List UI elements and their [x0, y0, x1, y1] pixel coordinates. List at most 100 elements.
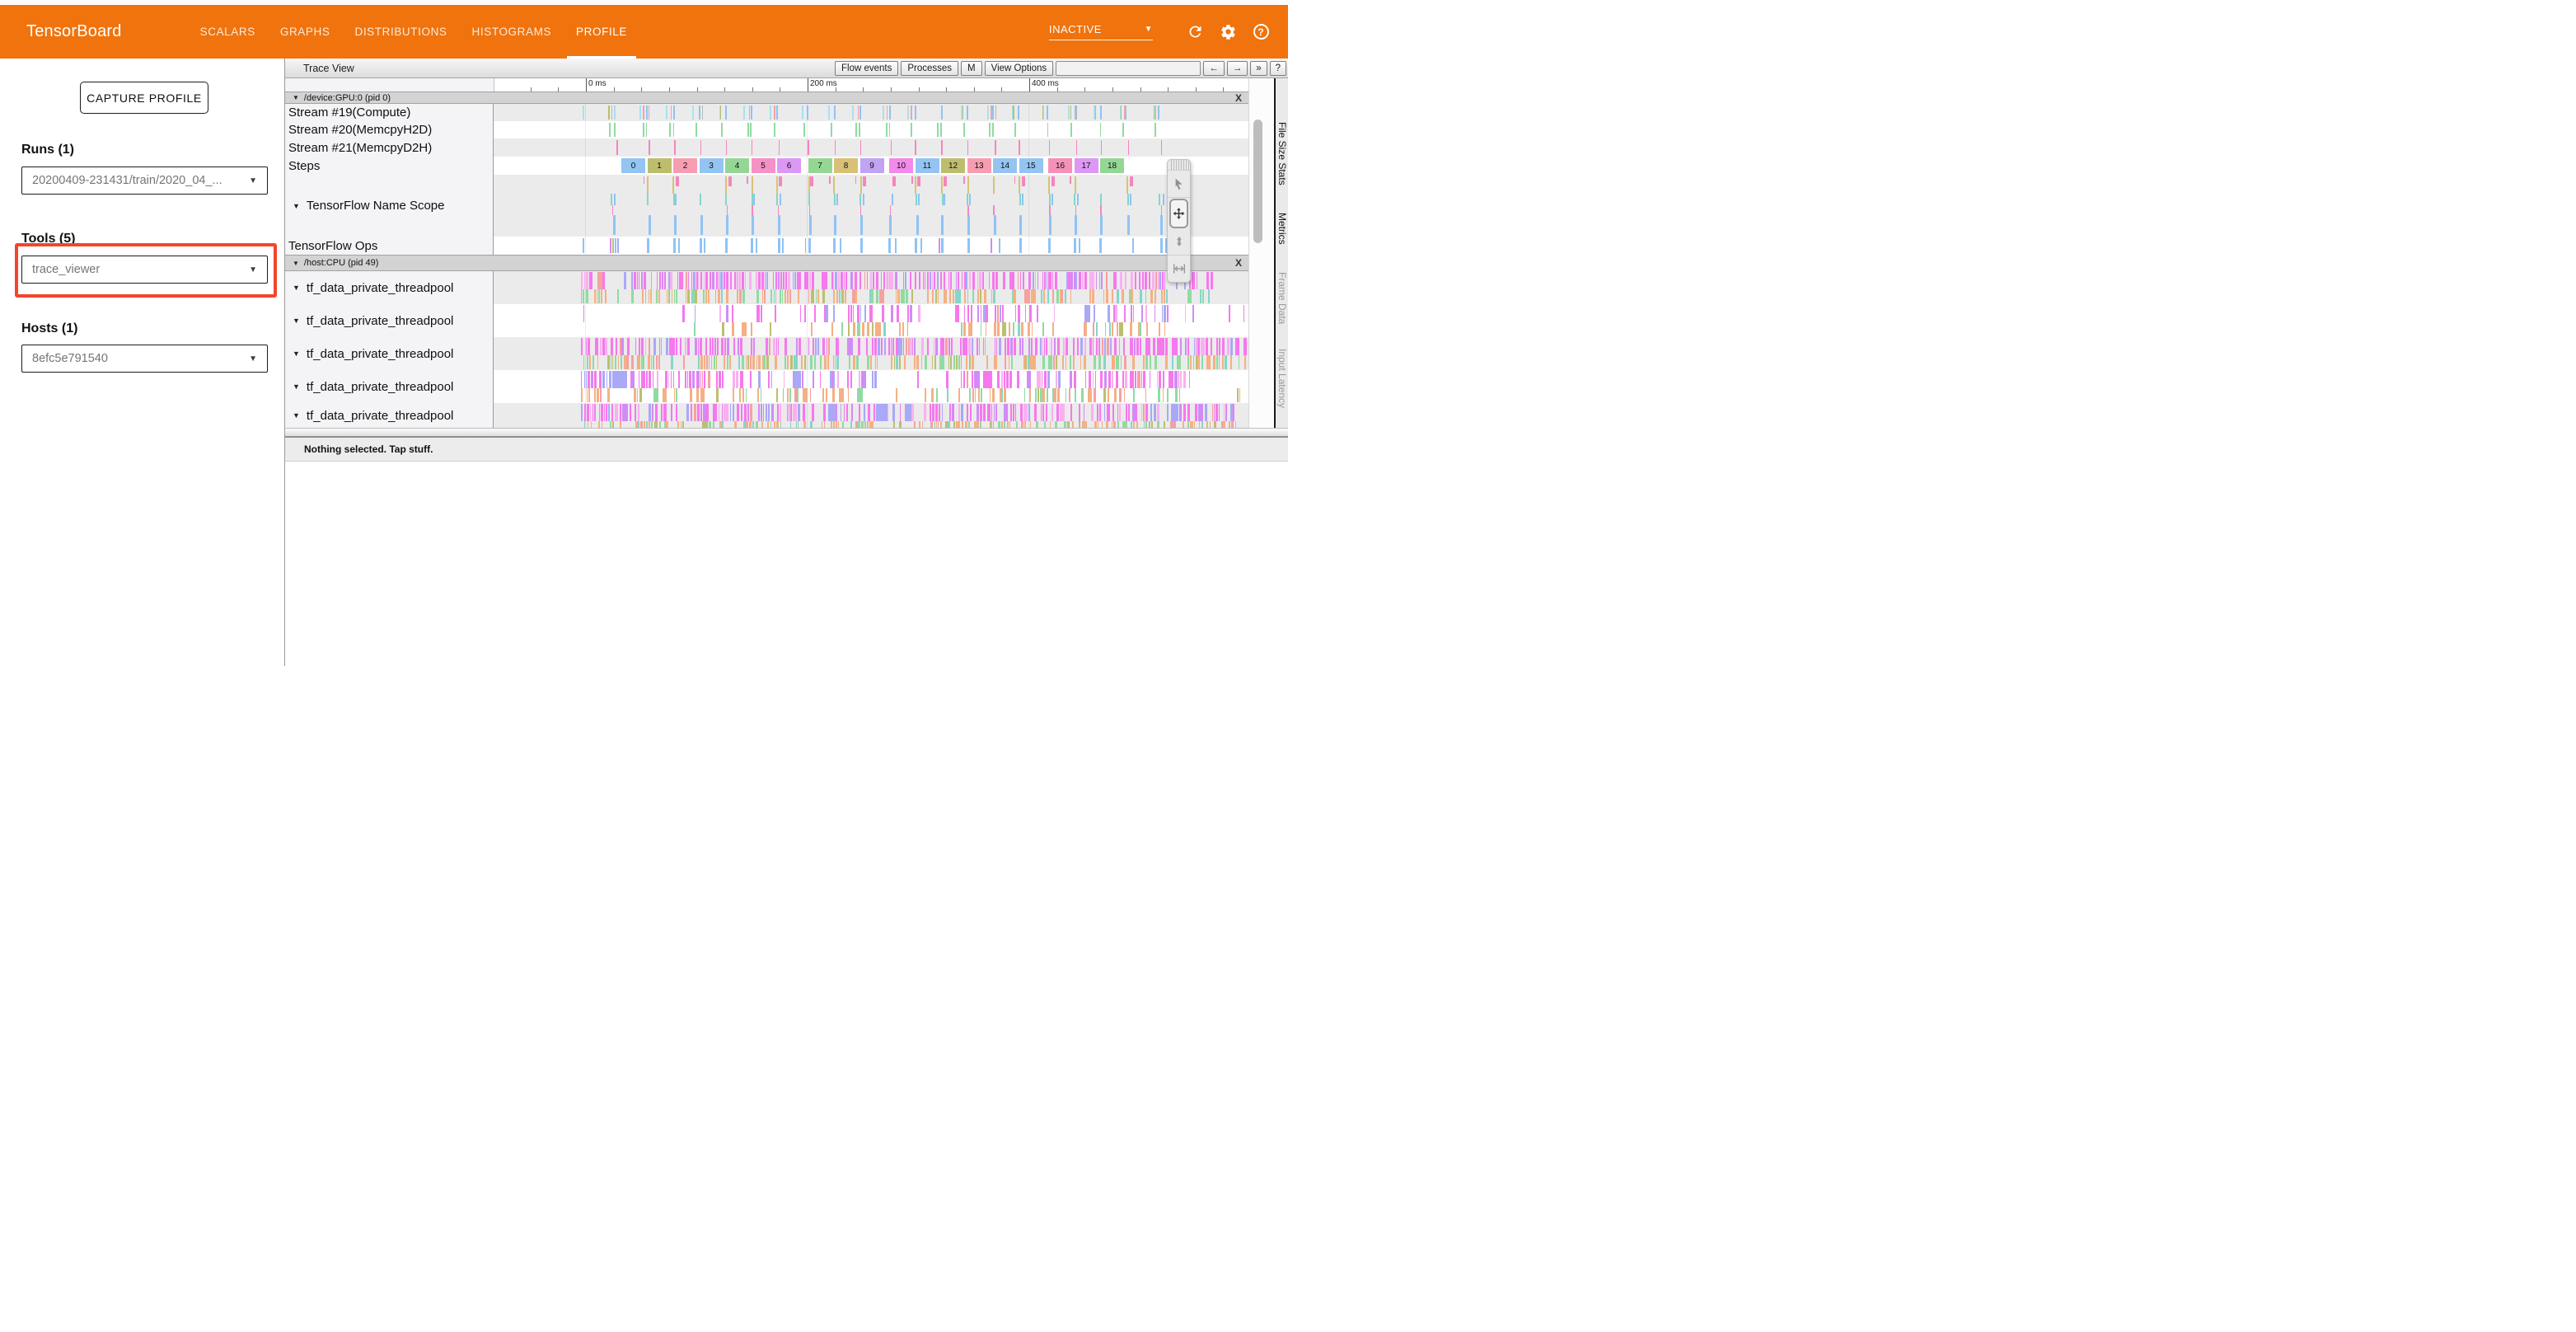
trace-event[interactable] — [876, 272, 878, 289]
trace-event[interactable] — [1042, 388, 1045, 402]
trace-event[interactable] — [828, 404, 836, 421]
trace-event[interactable] — [813, 371, 814, 388]
trace-event[interactable] — [757, 388, 759, 402]
trace-event[interactable] — [1001, 421, 1003, 428]
trace-event[interactable] — [1020, 404, 1023, 421]
trace-event[interactable] — [798, 404, 799, 421]
trace-event[interactable] — [1049, 205, 1051, 215]
trace-event[interactable] — [1187, 338, 1189, 355]
trace-event[interactable] — [751, 322, 752, 336]
trace-event[interactable] — [591, 272, 592, 289]
step-block[interactable]: 14 — [993, 158, 1017, 173]
trace-event[interactable] — [634, 272, 636, 289]
trace-event[interactable] — [1119, 388, 1122, 402]
trace-event[interactable] — [841, 322, 843, 336]
trace-event[interactable] — [721, 289, 724, 303]
trace-event[interactable] — [773, 272, 775, 289]
trace-event[interactable] — [669, 123, 671, 137]
trace-event[interactable] — [700, 338, 702, 355]
trace-event[interactable] — [1027, 371, 1031, 388]
trace-event[interactable] — [950, 355, 952, 369]
trace-event[interactable] — [917, 371, 919, 388]
trace-event[interactable] — [688, 272, 690, 289]
trace-event[interactable] — [1164, 305, 1165, 322]
trace-event[interactable] — [881, 338, 883, 355]
trace-event[interactable] — [1055, 421, 1057, 428]
trace-event[interactable] — [1106, 272, 1108, 289]
trace-event[interactable] — [693, 272, 695, 289]
trace-event[interactable] — [700, 215, 703, 235]
trace-event[interactable] — [1004, 371, 1005, 388]
trace-event[interactable] — [831, 322, 833, 336]
trace-event[interactable] — [902, 322, 904, 336]
collapse-triangle-icon[interactable]: ▼ — [293, 349, 300, 358]
trace-event[interactable] — [1179, 404, 1182, 421]
trace-event[interactable] — [1015, 305, 1016, 322]
trace-event[interactable] — [1014, 289, 1015, 303]
trace-event[interactable] — [1231, 421, 1234, 428]
trace-event[interactable] — [964, 305, 965, 322]
trace-event[interactable] — [975, 388, 976, 402]
trace-event[interactable] — [938, 289, 939, 303]
trace-event[interactable] — [704, 371, 705, 388]
trace-event[interactable] — [834, 194, 836, 205]
trace-event[interactable] — [991, 238, 992, 253]
trace-event[interactable] — [892, 404, 895, 421]
trace-event[interactable] — [743, 106, 745, 120]
trace-event[interactable] — [710, 272, 711, 289]
trace-event[interactable] — [1189, 371, 1190, 388]
trace-event[interactable] — [775, 289, 776, 303]
trace-event[interactable] — [1167, 404, 1169, 421]
trace-event[interactable] — [860, 215, 863, 235]
trace-event[interactable] — [1013, 106, 1014, 120]
trace-event[interactable] — [591, 421, 592, 428]
trace-event[interactable] — [874, 371, 877, 388]
trace-event[interactable] — [641, 371, 645, 388]
trace-event[interactable] — [876, 404, 888, 421]
trace-event[interactable] — [891, 355, 892, 369]
trace-event[interactable] — [602, 371, 605, 388]
trace-event[interactable] — [895, 272, 897, 289]
trace-event[interactable] — [722, 421, 724, 428]
trace-event[interactable] — [722, 322, 724, 336]
tools-select[interactable]: trace_viewer ▼ — [21, 256, 268, 284]
trace-event[interactable] — [767, 421, 769, 428]
trace-event[interactable] — [1024, 421, 1026, 428]
trace-event[interactable] — [952, 404, 953, 421]
trace-event[interactable] — [881, 272, 882, 289]
trace-event[interactable] — [1135, 371, 1136, 388]
trace-event[interactable] — [1145, 305, 1147, 322]
toolbar-button-processes[interactable]: Processes — [901, 61, 958, 76]
trace-event[interactable] — [643, 123, 644, 137]
trace-event[interactable] — [705, 272, 708, 289]
trace-event[interactable] — [1171, 404, 1177, 421]
trace-event[interactable] — [733, 371, 735, 388]
trace-event[interactable] — [594, 388, 595, 402]
trace-event[interactable] — [679, 272, 683, 289]
trace-event[interactable] — [992, 123, 994, 137]
trace-event[interactable] — [770, 289, 772, 303]
trace-event[interactable] — [704, 238, 705, 253]
trace-event[interactable] — [1244, 338, 1246, 355]
trace-event[interactable] — [716, 371, 718, 388]
trace-event[interactable] — [1037, 305, 1039, 322]
trace-event[interactable] — [618, 355, 619, 369]
track-plot[interactable] — [494, 271, 1248, 304]
trace-event[interactable] — [858, 421, 859, 428]
trace-event[interactable] — [753, 194, 755, 205]
trace-event[interactable] — [1084, 272, 1087, 289]
trace-event[interactable] — [1028, 338, 1031, 355]
trace-event[interactable] — [910, 272, 911, 289]
trace-event[interactable] — [858, 338, 860, 355]
trace-event[interactable] — [1037, 388, 1039, 402]
trace-event[interactable] — [706, 355, 707, 369]
trace-event[interactable] — [1047, 371, 1050, 388]
trace-event[interactable] — [1153, 338, 1155, 355]
trace-event[interactable] — [915, 238, 917, 253]
trace-event[interactable] — [666, 404, 667, 421]
trace-event[interactable] — [1222, 338, 1224, 355]
trace-event[interactable] — [730, 272, 732, 289]
trace-event[interactable] — [1004, 404, 1009, 421]
trace-event[interactable] — [637, 388, 638, 402]
trace-event[interactable] — [817, 289, 819, 303]
